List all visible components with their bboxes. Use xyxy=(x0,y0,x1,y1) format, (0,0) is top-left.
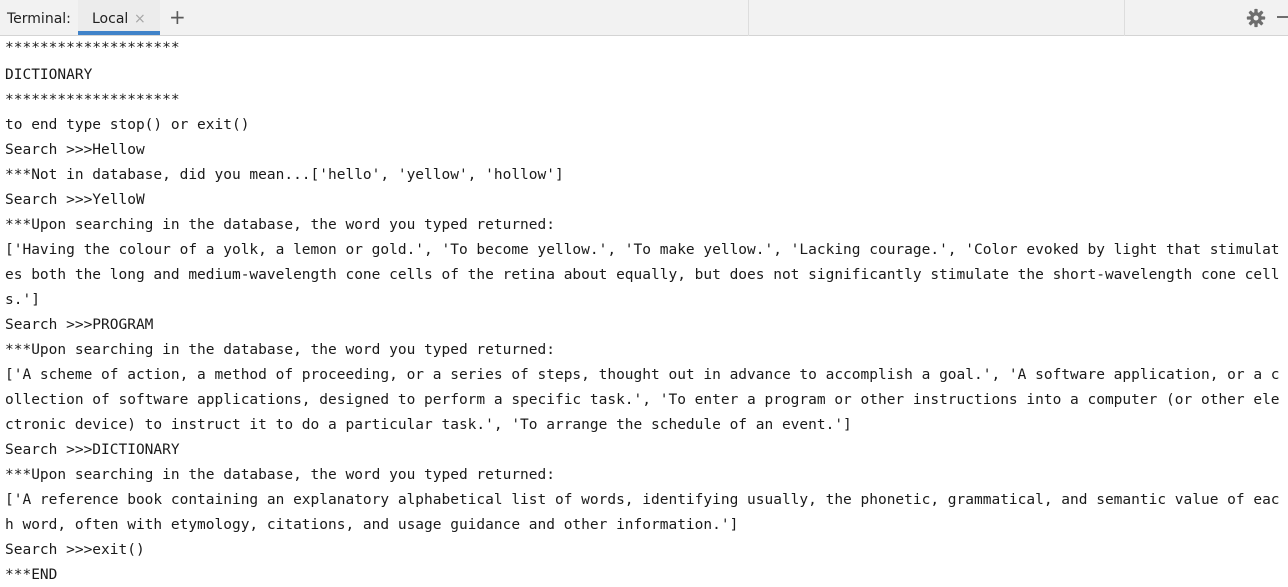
terminal-line: ['A scheme of action, a method of procee… xyxy=(5,367,1280,383)
terminal-line: ollection of software applications, desi… xyxy=(5,392,1280,408)
terminal-line: ***END xyxy=(5,567,58,583)
terminal-title: Terminal: xyxy=(7,11,71,27)
terminal-line: ******************** xyxy=(5,40,180,56)
terminal-output[interactable]: ******************** DICTIONARY ********… xyxy=(0,36,1288,587)
terminal-line: ***Upon searching in the database, the w… xyxy=(5,467,555,483)
terminal-window: Terminal: Local × + ********************… xyxy=(0,0,1288,587)
terminal-line: s.'] xyxy=(5,292,40,308)
terminal-line: Search >>>PROGRAM xyxy=(5,317,154,333)
terminal-line: ******************** xyxy=(5,92,180,108)
terminal-tabbar: Terminal: Local × + xyxy=(0,0,1288,36)
terminal-line: Search >>>exit() xyxy=(5,542,145,558)
tab-label: Local xyxy=(92,11,129,27)
close-icon[interactable]: × xyxy=(134,11,146,27)
terminal-line: DICTIONARY xyxy=(5,67,93,83)
terminal-line: ***Upon searching in the database, the w… xyxy=(5,342,555,358)
terminal-line: es both the long and medium-wavelength c… xyxy=(5,267,1280,283)
terminal-line: ['A reference book containing an explana… xyxy=(5,492,1280,508)
terminal-line: h word, often with etymology, citations,… xyxy=(5,517,739,533)
terminal-line: Search >>>YelloW xyxy=(5,192,145,208)
terminal-line: to end type stop() or exit() xyxy=(5,117,250,133)
terminal-line: ***Not in database, did you mean...['hel… xyxy=(5,167,564,183)
minus-icon[interactable] xyxy=(1277,16,1288,18)
plus-icon[interactable]: + xyxy=(169,6,186,28)
terminal-line: Search >>>DICTIONARY xyxy=(5,442,180,458)
terminal-line: ***Upon searching in the database, the w… xyxy=(5,217,555,233)
terminal-line: ctronic device) to instruct it to do a p… xyxy=(5,417,852,433)
tab-local[interactable]: Local × xyxy=(78,0,160,35)
toolbar-divider xyxy=(748,0,749,36)
terminal-line: Search >>>Hellow xyxy=(5,142,145,158)
toolbar-divider xyxy=(1124,0,1125,36)
gear-icon[interactable] xyxy=(1246,8,1266,28)
terminal-line: ['Having the colour of a yolk, a lemon o… xyxy=(5,242,1280,258)
